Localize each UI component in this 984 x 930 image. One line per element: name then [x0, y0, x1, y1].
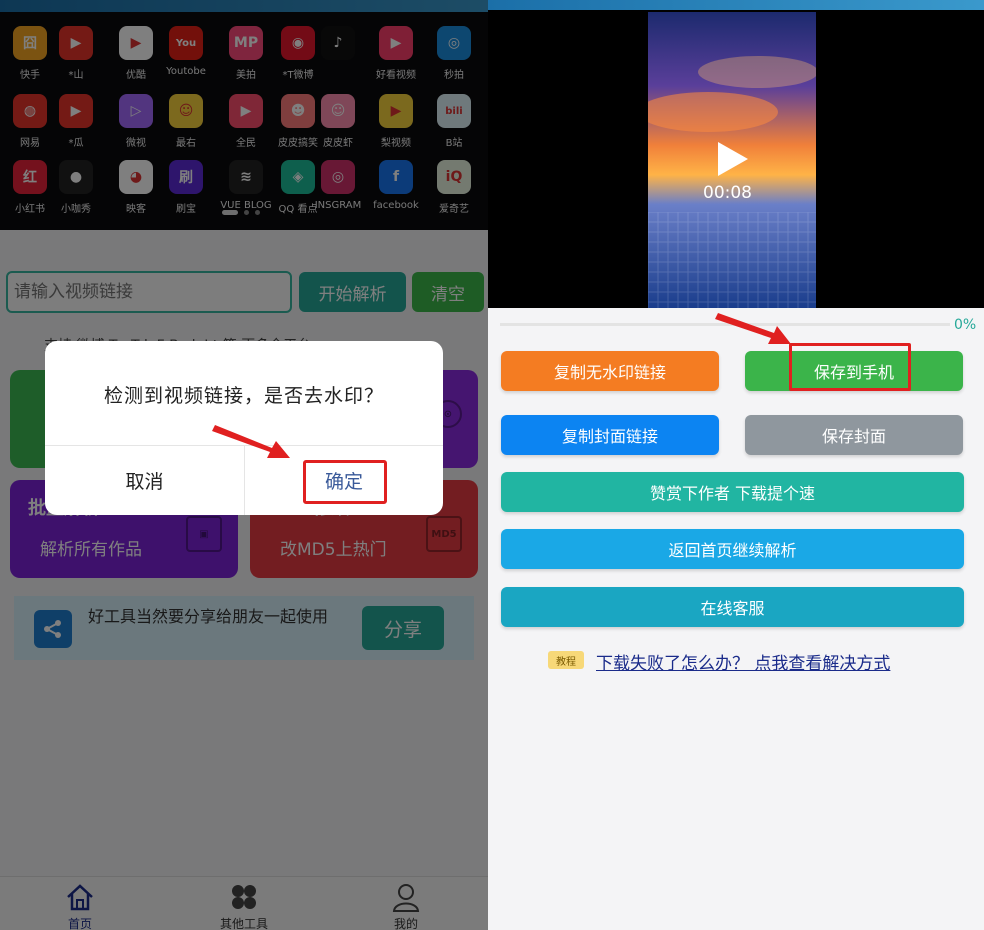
- back-home-button[interactable]: 返回首页继续解析: [501, 529, 964, 569]
- save-cover-button[interactable]: 保存封面: [745, 415, 963, 455]
- tutorial-badge: 教程: [548, 651, 584, 669]
- video-player[interactable]: 00:08: [488, 10, 984, 308]
- download-progress-bar: [500, 323, 950, 326]
- confirm-highlight-box: [303, 460, 387, 504]
- copy-no-watermark-link-button[interactable]: 复制无水印链接: [501, 351, 719, 391]
- copy-cover-link-button[interactable]: 复制封面链接: [501, 415, 719, 455]
- save-highlight-box: [789, 343, 911, 391]
- download-progress-text: 0%: [954, 317, 977, 333]
- dialog-message: 检测到视频链接，是否去水印？: [103, 385, 384, 407]
- home-screen: 囧快手▶*山▶优酷YouYoutobeMP美拍◉*T微博♪▶好看视频◎秒拍◍网易…: [0, 0, 488, 930]
- result-screen: 00:08 0% 复制无水印链接 保存到手机 复制封面链接 保存封面 赞赏下作者…: [488, 0, 984, 930]
- cancel-button[interactable]: 取消: [45, 445, 244, 515]
- download-help-link[interactable]: 下载失败了怎么办？ 点我查看解决方式: [596, 649, 890, 674]
- online-service-button[interactable]: 在线客服: [501, 587, 964, 627]
- tip-author-button[interactable]: 赞赏下作者 下载提个速: [501, 472, 964, 512]
- play-icon[interactable]: [716, 140, 750, 178]
- status-bar: [488, 0, 984, 10]
- video-duration: 00:08: [703, 183, 752, 203]
